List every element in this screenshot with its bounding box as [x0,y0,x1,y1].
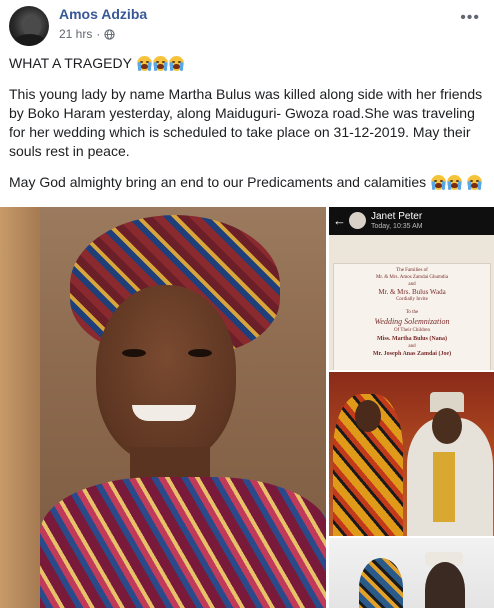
crying-face-icon [136,56,152,71]
portrait-dress [40,477,326,608]
card-line: Miss. Martha Bulus (Nana) [376,336,447,342]
card-line: Of Their Children [393,328,430,333]
portrait-eye-right [188,349,212,357]
card-line: Mr. & Mrs. Bulus Wada [378,288,446,296]
post-body: WHAT A TRAGEDY This young lady by name M… [9,54,485,204]
crying-face-icon [431,175,446,190]
card-line: The Families of [396,268,428,273]
post-header: Amos Adziba 21 hrs · ••• [0,0,494,52]
couple-photo-2[interactable] [329,538,494,608]
card-line: Mr. Joseph Anas Zamdai (Joe) [372,351,452,357]
post-paragraph-1: WHAT A TRAGEDY [9,54,485,73]
card-line: and [408,344,416,349]
card-line: and [408,282,416,287]
chat-contact-name: Janet Peter [371,211,423,222]
card-line: Mr. & Mrs. Amos Zamdai Ghumdia [375,275,449,280]
post-time[interactable]: 21 hrs [59,27,92,41]
bride-face [355,400,381,432]
meta-separator: · [96,27,101,41]
portrait-face [96,285,236,463]
chat-timestamp: Today, 10:35 AM [371,223,423,230]
groom-stole [433,452,455,522]
crying-face-icon [466,175,482,190]
author-name[interactable]: Amos Adziba [59,6,147,22]
globe-icon[interactable] [104,28,115,40]
photo-background-wall [0,207,40,608]
post-meta: 21 hrs · [59,27,115,41]
post-paragraph-2: This young lady by name Martha Bulus was… [9,86,483,159]
avatar-shoulder [13,34,47,46]
bride-figure [359,558,403,608]
back-arrow-icon: ← [333,213,346,228]
main-photo[interactable] [0,207,326,608]
card-line: To the [405,310,419,315]
portrait-eye-left [122,349,146,357]
card-line: Wedding Solemnization [374,317,450,326]
groom-figure [425,562,465,608]
invitation-screenshot-photo[interactable]: ← Janet Peter Today, 10:35 AM The Famili… [329,207,494,370]
couple-photo[interactable] [329,372,494,536]
portrait-smile [132,405,196,421]
card-line: Cordially Invite [396,297,428,302]
invitation-card: The Families of Mr. & Mrs. Amos Zamdai G… [333,263,491,370]
crying-face-icon [447,175,462,190]
author-avatar[interactable] [9,6,49,46]
more-options-button[interactable]: ••• [460,9,480,27]
post-prayer: May God almighty bring an end to our Pre… [9,174,427,190]
crying-face-icon [152,56,168,71]
post-paragraph-3: May God almighty bring an end to our Pre… [9,173,485,192]
groom-face [432,408,462,444]
crying-face-icon [168,56,184,71]
chat-header-bar: ← Janet Peter Today, 10:35 AM [329,207,494,235]
post-headline: WHAT A TRAGEDY [9,55,132,71]
contact-avatar [349,212,366,229]
